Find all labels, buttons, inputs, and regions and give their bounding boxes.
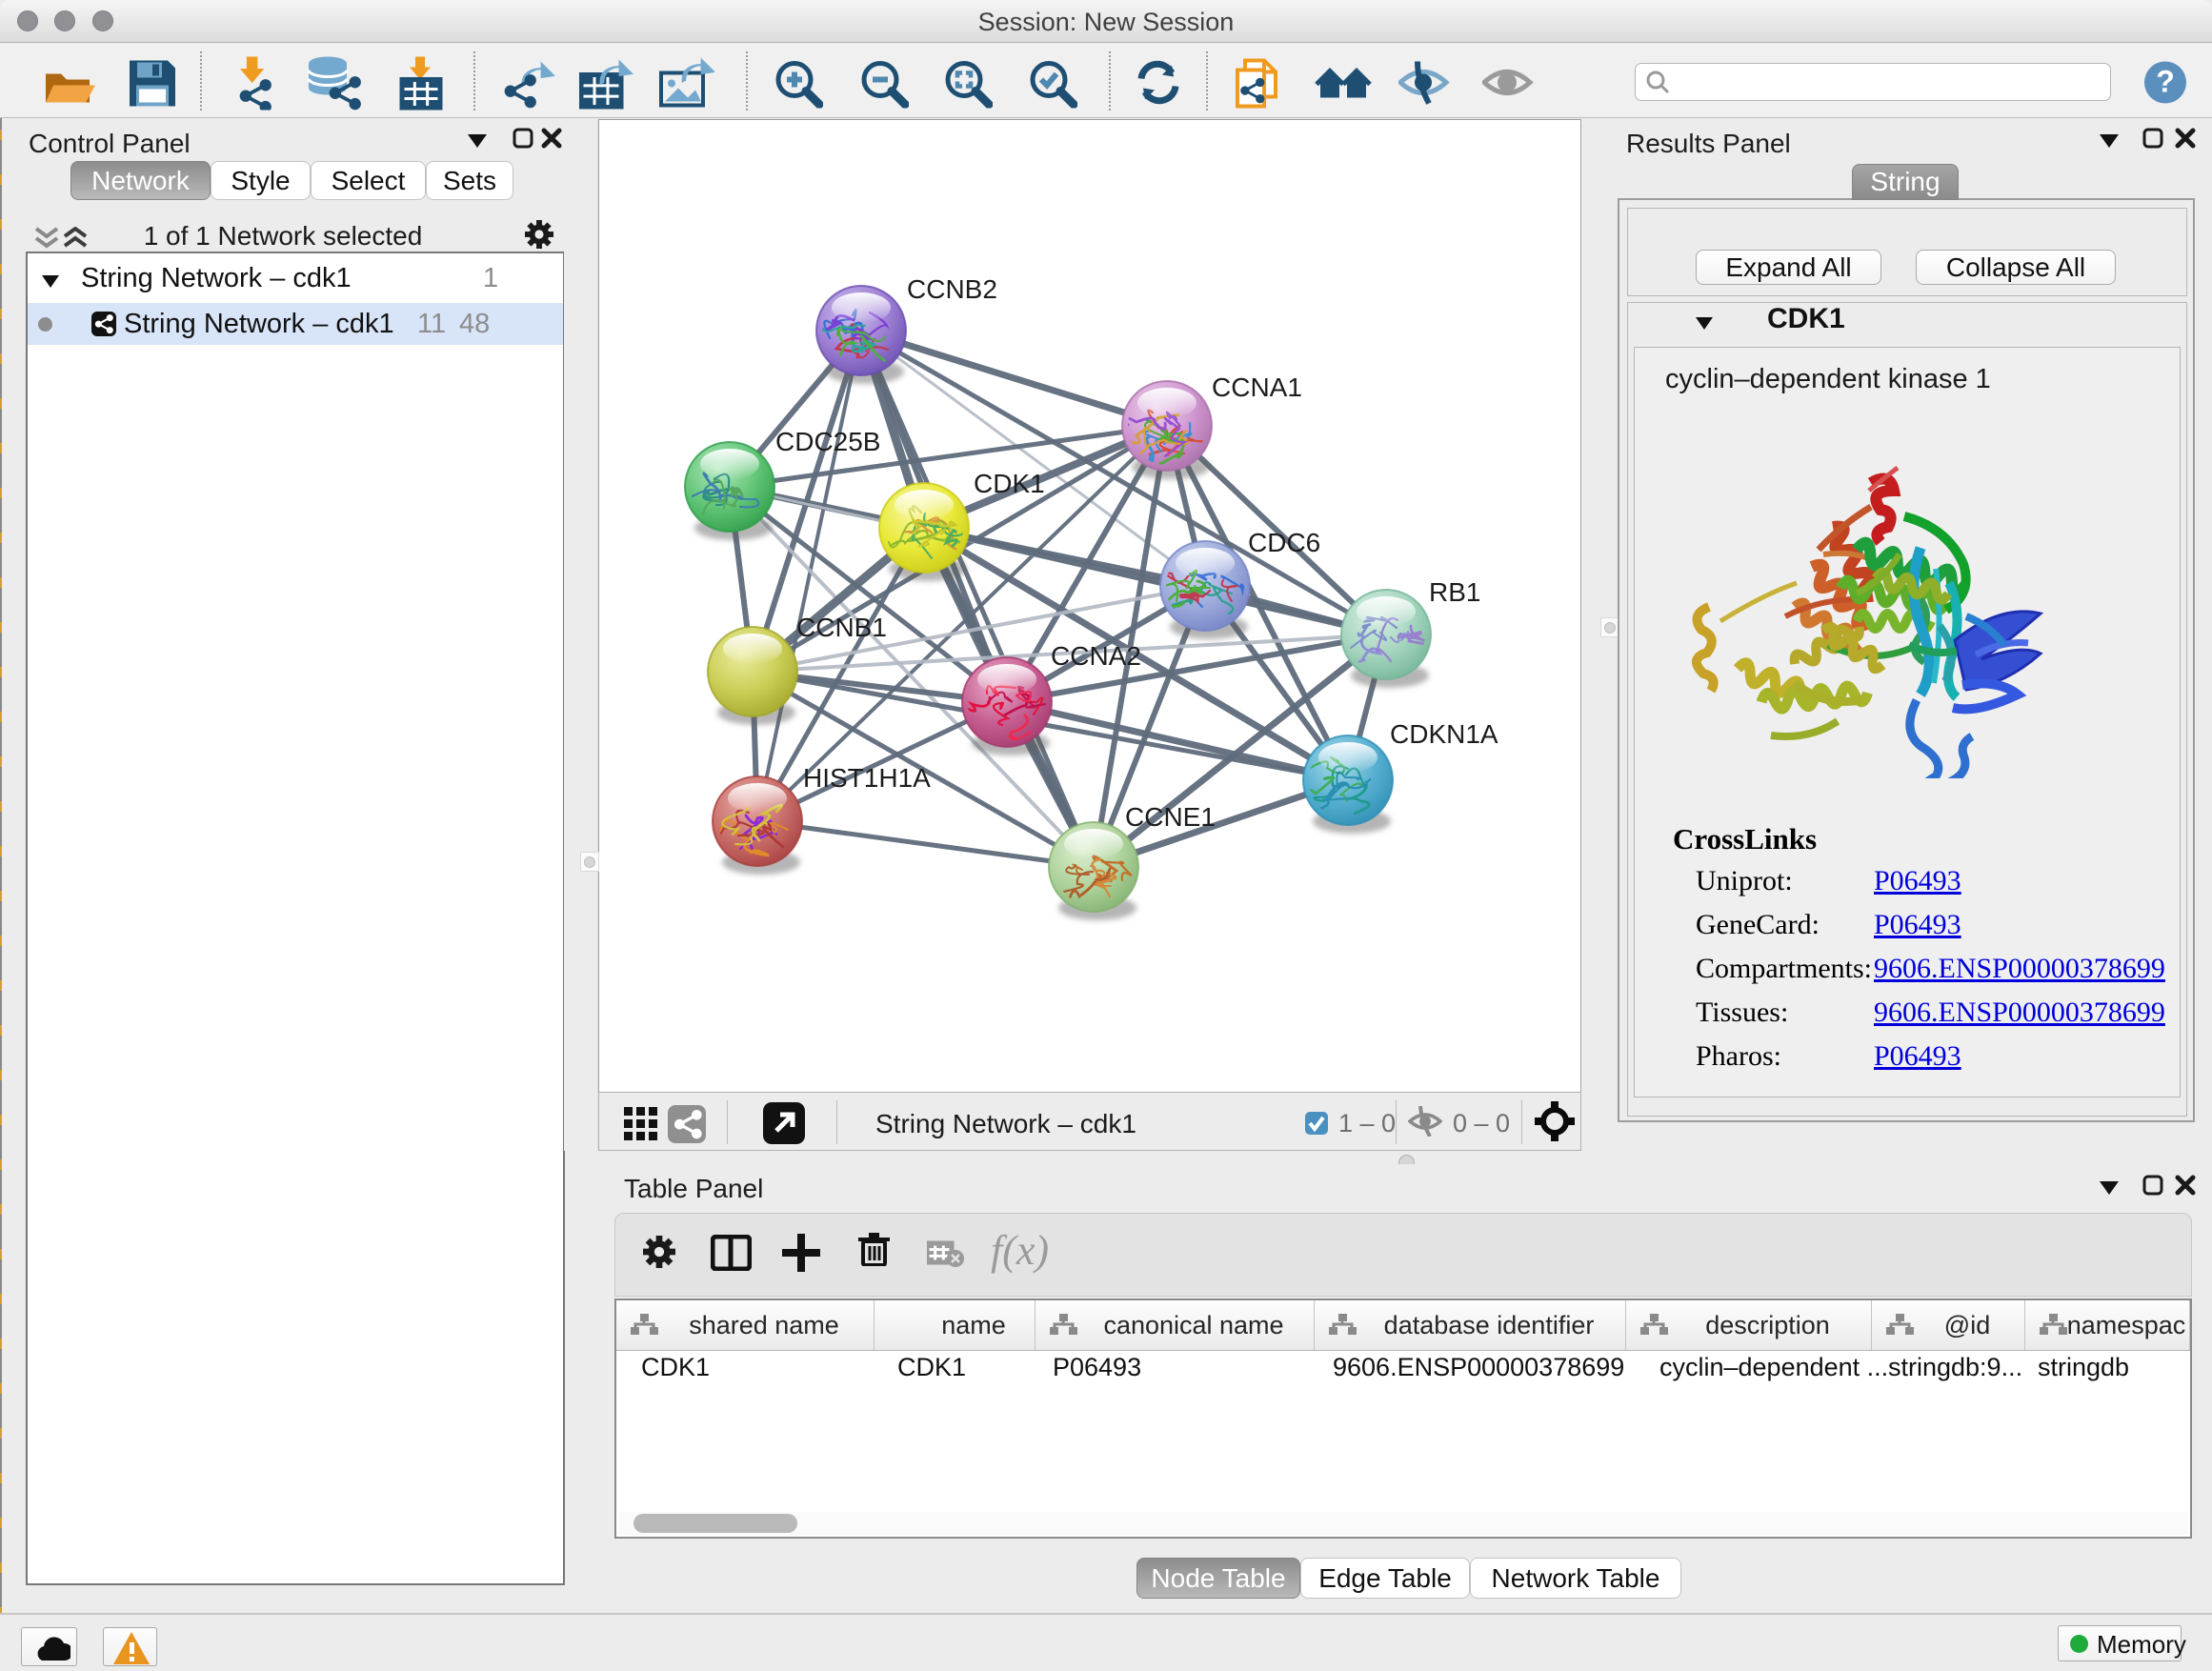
svg-text:CCNB2: CCNB2 [907, 274, 997, 304]
svg-text:CDC25B: CDC25B [775, 427, 880, 456]
svg-text:RB1: RB1 [1429, 577, 1480, 607]
svg-text:HIST1H1A: HIST1H1A [803, 763, 931, 793]
svg-text:CDK1: CDK1 [974, 469, 1045, 498]
svg-text:CDKN1A: CDKN1A [1390, 719, 1498, 749]
svg-text:CCNA1: CCNA1 [1212, 372, 1302, 402]
svg-text:CDC6: CDC6 [1248, 528, 1320, 557]
svg-text:CCNE1: CCNE1 [1125, 802, 1216, 832]
svg-text:CCNA2: CCNA2 [1051, 641, 1141, 671]
svg-text:CCNB1: CCNB1 [796, 613, 887, 642]
svg-text:?: ? [2156, 65, 2175, 99]
